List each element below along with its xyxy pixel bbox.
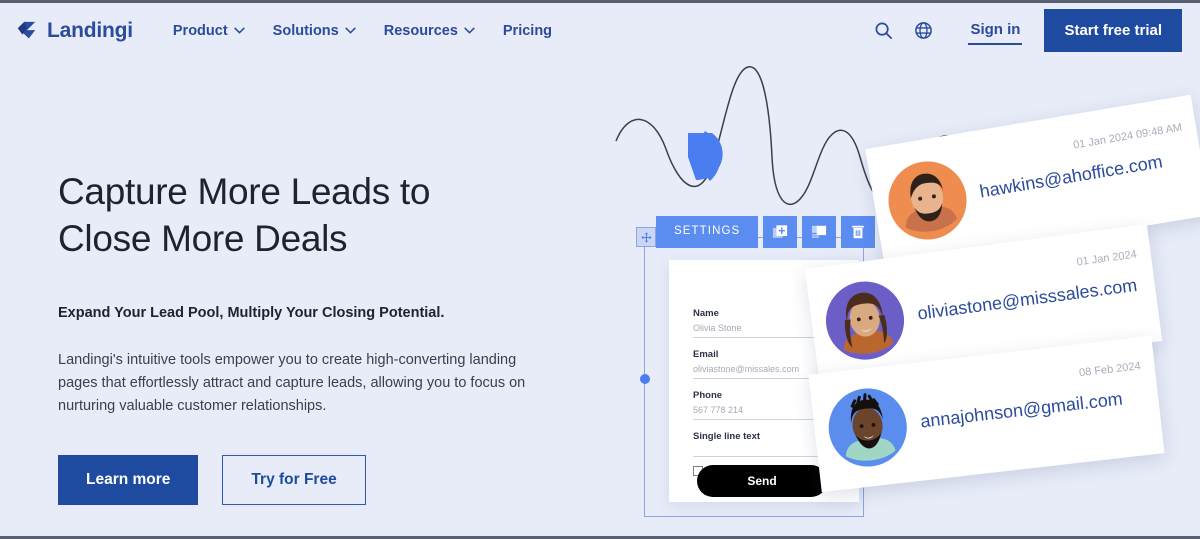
try-for-free-button[interactable]: Try for Free [222,455,366,505]
send-button[interactable]: Send [697,465,827,497]
nav-item-resources-label: Resources [383,22,458,39]
brand-name: Landingi [47,18,133,42]
avatar [882,155,973,246]
nav-item-pricing[interactable]: Pricing [489,15,566,47]
page-root: Landingi Product Solutions Resources Pri… [0,0,1200,539]
delete-button[interactable] [841,216,876,248]
resize-handle[interactable] [640,374,650,384]
language-button[interactable] [906,14,940,48]
lead-card-date: 01 Jan 2024 09:48 AM [1072,121,1183,152]
nav-item-product[interactable]: Product [159,15,259,47]
avatar-annajohnson-icon [828,388,907,467]
trash-icon [852,225,865,239]
chevron-down-icon [345,27,356,34]
nav-item-resources[interactable]: Resources [370,15,489,47]
brand-logo[interactable]: Landingi [16,19,133,43]
avatar [821,276,909,365]
landingi-logo-icon [17,21,36,38]
lead-card-text: 01 Jan 2024 oliviastone@misssales.com [916,248,1156,324]
sign-in-link[interactable]: Sign in [968,17,1023,45]
chevron-down-icon [464,27,475,34]
start-free-trial-button[interactable]: Start free trial [1044,9,1182,52]
hero-body-text: Landingi's intuitive tools empower you t… [58,352,526,414]
hero-cta-row: Learn more Try for Free [58,455,578,505]
chevron-down-icon [234,27,245,34]
search-icon [875,22,892,39]
duplicate-button[interactable] [802,216,837,248]
hero-illustration: SETTINGS Name Olivia Stone Email olivias… [600,43,1200,536]
lead-card-email: annajohnson@gmail.com [919,388,1124,431]
hero-subtitle: Expand Your Lead Pool, Multiply Your Clo… [58,305,445,321]
hero-content: Capture More Leads to Close More Deals E… [58,168,578,505]
nav-item-solutions[interactable]: Solutions [259,15,370,47]
top-navigation-bar: Landingi Product Solutions Resources Pri… [0,3,1200,58]
add-element-icon [773,225,788,238]
avatar-oliviastone-icon [826,281,905,360]
lead-card-date: 08 Feb 2024 [1078,359,1142,379]
nav-item-product-label: Product [172,22,228,39]
avatar-hawkins-icon [888,161,967,240]
move-handle-icon [640,231,652,243]
page-title: Capture More Leads to Close More Deals [58,168,578,262]
builder-toolbar: SETTINGS [656,216,876,248]
settings-button[interactable]: SETTINGS [656,216,759,248]
primary-nav-links: Product Solutions Resources Pricing [159,15,566,47]
lead-card-email: oliviastone@misssales.com [916,274,1139,324]
avatar [824,384,911,471]
move-handle[interactable] [636,227,656,247]
hero-title-line-2: Close More Deals [58,218,348,259]
add-element-button[interactable] [763,216,798,248]
nav-item-pricing-label: Pricing [502,22,553,39]
lead-card-text: 08 Feb 2024 annajohnson@gmail.com [919,360,1159,432]
learn-more-button[interactable]: Learn more [58,455,199,505]
lead-card-email: hawkins@ahoffice.com [978,150,1164,202]
duplicate-icon [812,225,827,238]
lead-card-text: 01 Jan 2024 09:48 AM hawkins@ahoffice.co… [978,121,1200,202]
nav-right-group: Sign in Start free trial [860,9,1182,52]
lead-card-date: 01 Jan 2024 [1075,248,1138,268]
globe-icon [915,22,932,39]
hero-title-line-1: Capture More Leads to [58,171,431,212]
nav-item-solutions-label: Solutions [272,22,339,39]
search-button[interactable] [866,14,900,48]
